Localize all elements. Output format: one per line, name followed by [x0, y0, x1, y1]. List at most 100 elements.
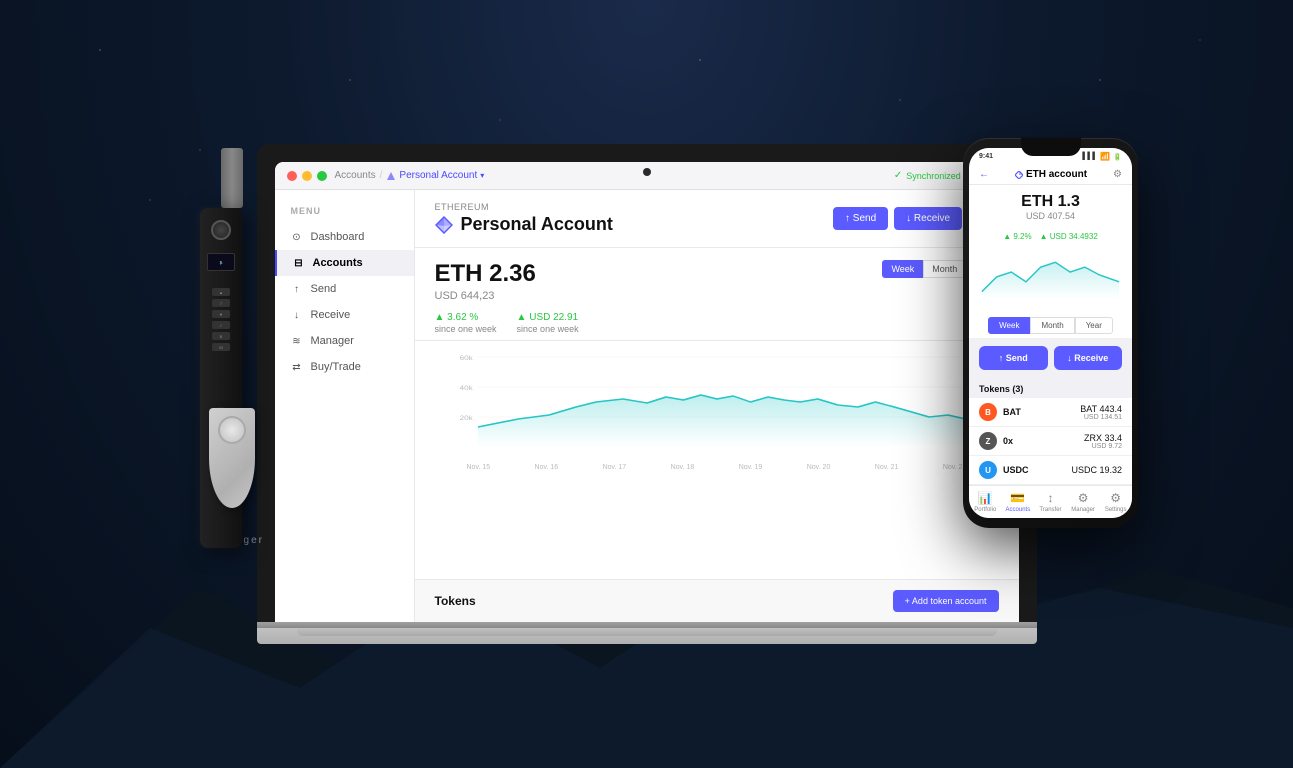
- account-name: Personal Account: [461, 214, 613, 235]
- phone-time-month[interactable]: Month: [1030, 317, 1074, 334]
- x-label-4: Nov. 19: [739, 464, 763, 471]
- manager-nav-icon: ⚙: [1078, 491, 1089, 505]
- 0x-name: 0x: [1003, 436, 1078, 446]
- accounts-icon: ⊟: [293, 257, 305, 269]
- laptop: Accounts / Personal Account ▾ ✓ Synchro: [257, 144, 1037, 644]
- sidebar-item-dashboard[interactable]: ⊙ Dashboard: [275, 224, 414, 250]
- phone-usd-change: ▲ USD 34.4932: [1040, 232, 1098, 241]
- add-token-button[interactable]: + Add token account: [893, 590, 999, 612]
- battery-icon: 🔋: [1113, 153, 1122, 161]
- sidebar-item-label: Manager: [311, 335, 354, 347]
- back-button[interactable]: ←: [979, 169, 989, 180]
- phone-status-icons: ▌▌▌ 📶 🔋: [1082, 152, 1122, 161]
- send-button[interactable]: ↑ Send: [833, 207, 888, 230]
- dashboard-icon: ⊙: [291, 231, 303, 243]
- phone-send-button[interactable]: ↑ Send: [979, 346, 1048, 370]
- bat-icon: B: [979, 403, 997, 421]
- svg-text:60k: 60k: [459, 355, 472, 362]
- sidebar-item-label: Receive: [311, 309, 351, 321]
- phone-nav-accounts[interactable]: 💳 Accounts: [1002, 491, 1035, 513]
- breadcrumb-current[interactable]: Personal Account ▾: [386, 170, 484, 181]
- phone: 9:41 ▌▌▌ 📶 🔋 ← ETH accou: [963, 138, 1138, 528]
- phone-nav-manager[interactable]: ⚙ Manager: [1067, 491, 1100, 513]
- settings-nav-icon: ⚙: [1110, 491, 1121, 505]
- stats-row: ▲ 3.62 % since one week ▲ USD 22.91 sinc…: [415, 306, 1019, 341]
- traffic-lights: [287, 171, 327, 181]
- accounts-nav-label: Accounts: [1006, 507, 1031, 513]
- phone-screen: 9:41 ▌▌▌ 📶 🔋 ← ETH accou: [969, 148, 1132, 518]
- phone-time-buttons: Week Month Year: [969, 313, 1132, 338]
- receive-button[interactable]: ↓ Receive: [894, 207, 962, 230]
- send-icon: ↑: [291, 283, 303, 295]
- phone-tokens-header: Tokens (3): [969, 378, 1132, 398]
- balance-usd: USD 644,23: [435, 290, 999, 302]
- x-label-1: Nov. 16: [535, 464, 559, 471]
- account-header: ETHEREUM: [415, 190, 1019, 248]
- svg-text:20k: 20k: [459, 415, 472, 422]
- chart-area: 60k 40k 20k: [415, 341, 1019, 579]
- phone-actions: ↑ Send ↓ Receive: [969, 338, 1132, 378]
- receive-icon: ↓: [291, 309, 303, 321]
- ledger-screen: ₿: [207, 253, 235, 271]
- bat-amounts: BAT 443.4 USD 134.51: [1080, 404, 1122, 421]
- sidebar-menu-label: MENU: [275, 206, 414, 224]
- x-label-0: Nov. 15: [467, 464, 491, 471]
- transfer-icon: ↕: [1047, 491, 1053, 505]
- account-info: ETHEREUM: [435, 202, 834, 235]
- tokens-section: Tokens + Add token account: [415, 579, 1019, 622]
- 0x-icon: Z: [979, 432, 997, 450]
- manager-nav-label: Manager: [1071, 507, 1095, 513]
- x-label-2: Nov. 17: [603, 464, 627, 471]
- phone-token-bat[interactable]: B BAT BAT 443.4 USD 134.51: [969, 398, 1132, 427]
- minimize-button[interactable]: [302, 171, 312, 181]
- time-btn-month[interactable]: Month: [923, 260, 966, 278]
- usdc-name: USDC: [1003, 465, 1065, 475]
- maximize-button[interactable]: [317, 171, 327, 181]
- phone-token-0x[interactable]: Z 0x ZRX 33.4 USD 9.72: [969, 427, 1132, 456]
- usdc-amounts: USDC 19.32: [1071, 465, 1122, 475]
- phone-nav-bar: ← ETH account ⚙: [969, 165, 1132, 185]
- chart-x-labels: Nov. 15 Nov. 16 Nov. 17 Nov. 18 Nov. 19 …: [435, 464, 999, 471]
- phone-balance: ETH 1.3 USD 407.54: [969, 185, 1132, 229]
- phone-nav-portfolio[interactable]: 📊 Portfolio: [969, 491, 1002, 513]
- phone-time: 9:41: [979, 153, 993, 160]
- x-label-6: Nov. 21: [875, 464, 899, 471]
- phone-nav-transfer[interactable]: ↕ Transfer: [1034, 491, 1067, 513]
- account-name-row: Personal Account: [435, 214, 834, 235]
- bat-name: BAT: [1003, 407, 1074, 417]
- sidebar: MENU ⊙ Dashboard ⊟ Accounts: [275, 190, 415, 622]
- phone-settings-icon[interactable]: ⚙: [1113, 169, 1122, 180]
- 0x-amounts: ZRX 33.4 USD 9.72: [1084, 433, 1122, 450]
- window-titlebar: Accounts / Personal Account ▾ ✓ Synchro: [275, 162, 1019, 190]
- ledger-button-top[interactable]: [211, 220, 231, 240]
- usdc-icon: U: [979, 461, 997, 479]
- phone-token-usdc[interactable]: U USDC USDC 19.32: [969, 456, 1132, 485]
- phone-time-week[interactable]: Week: [988, 317, 1030, 334]
- phone-outer: 9:41 ▌▌▌ 📶 🔋 ← ETH accou: [963, 138, 1138, 528]
- sidebar-item-manager[interactable]: ≋ Manager: [275, 328, 414, 354]
- phone-eth-amount: ETH 1.3: [979, 193, 1122, 211]
- sidebar-item-label: Send: [311, 283, 337, 295]
- tokens-label: Tokens: [435, 594, 893, 608]
- sidebar-item-receive[interactable]: ↓ Receive: [275, 302, 414, 328]
- settings-nav-label: Settings: [1105, 507, 1127, 513]
- phone-receive-button[interactable]: ↓ Receive: [1054, 346, 1123, 370]
- close-button[interactable]: [287, 171, 297, 181]
- sidebar-item-buytrade[interactable]: ⇄ Buy/Trade: [275, 354, 414, 380]
- signal-icon: ▌▌▌: [1082, 153, 1097, 160]
- time-btn-week[interactable]: Week: [882, 260, 923, 278]
- sidebar-item-send[interactable]: ↑ Send: [275, 276, 414, 302]
- phone-notch: [1021, 138, 1081, 156]
- sidebar-item-label: Buy/Trade: [311, 361, 361, 373]
- sidebar-item-accounts[interactable]: ⊟ Accounts: [275, 250, 414, 276]
- phone-time-year[interactable]: Year: [1075, 317, 1113, 334]
- phone-pct: ▲ 9.2%: [1003, 232, 1031, 241]
- accounts-nav-icon: 💳: [1010, 491, 1025, 505]
- breadcrumb-accounts[interactable]: Accounts: [335, 170, 376, 181]
- x-label-5: Nov. 20: [807, 464, 831, 471]
- phone-nav-settings[interactable]: ⚙ Settings: [1099, 491, 1132, 513]
- manager-icon: ≋: [291, 335, 303, 347]
- sidebar-item-label: Dashboard: [311, 231, 365, 243]
- ledger-usb: [221, 148, 243, 208]
- phone-stats: ▲ 9.2% ▲ USD 34.4932: [969, 229, 1132, 247]
